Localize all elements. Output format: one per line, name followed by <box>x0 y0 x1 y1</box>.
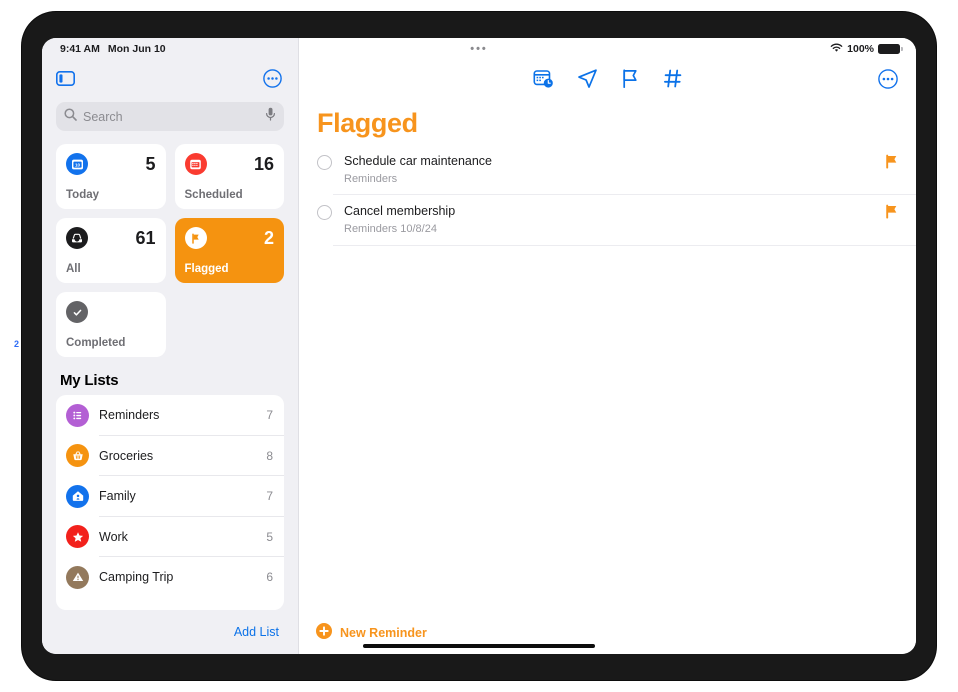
search-input[interactable]: Search <box>56 102 284 131</box>
sidebar: Search 10 5 Today 16 Scheduled 61 All 2 … <box>42 38 299 654</box>
smart-card-top: 10 5 <box>66 153 156 175</box>
smart-card-top: 16 <box>184 153 274 175</box>
ipad-screen: 9:41 AM Mon Jun 10 ••• 100% Search 10 5 … <box>42 38 916 654</box>
reminder-subtitle: Reminders 10/8/24 <box>344 223 437 236</box>
flag-icon <box>184 227 207 249</box>
smart-list-completed[interactable]: Completed <box>56 292 166 357</box>
smart-list-label: Completed <box>66 336 126 349</box>
my-lists-card: Reminders 7 Groceries 8 Family 7 Work 5 … <box>56 395 284 610</box>
flag-icon[interactable] <box>885 154 898 174</box>
more-ellipsis-circle-icon[interactable] <box>878 68 898 94</box>
list-item-count: 6 <box>266 570 273 585</box>
list-item-name: Reminders <box>99 408 160 423</box>
toolbar-icon-group <box>532 68 683 94</box>
basket-icon <box>66 444 89 468</box>
add-list-button[interactable]: Add List <box>234 625 279 639</box>
calendar-clock-icon[interactable] <box>532 68 554 94</box>
smart-card-top: 2 <box>184 227 274 249</box>
list-item-work[interactable]: Work 5 <box>56 517 284 558</box>
reminder-row[interactable]: Schedule car maintenance Reminders <box>299 145 916 196</box>
reminder-text-block: Cancel membership Reminders 10/8/24 <box>344 203 873 237</box>
smart-list-flagged[interactable]: 2 Flagged <box>174 218 284 283</box>
smart-list-count: 5 <box>145 154 156 174</box>
smart-list-all[interactable]: 61 All <box>56 218 166 283</box>
more-ellipsis-circle-icon[interactable] <box>263 69 282 93</box>
new-reminder-label: New Reminder <box>340 626 427 640</box>
page-title: Flagged <box>317 108 418 138</box>
list-item-count: 7 <box>266 489 273 504</box>
add-list-bar: Add List <box>42 610 298 654</box>
annotation-marker-2: 2 <box>14 339 20 349</box>
search-icon <box>64 107 77 126</box>
sidebar-toggle-icon[interactable] <box>56 71 75 91</box>
list-item-count: 8 <box>266 448 273 463</box>
smart-list-label: Scheduled <box>184 188 243 201</box>
smart-list-scheduled[interactable]: 16 Scheduled <box>174 144 284 209</box>
smart-list-label: Flagged <box>184 262 229 275</box>
star-icon <box>66 525 89 549</box>
smart-list-count: 2 <box>263 228 274 248</box>
list-item-family[interactable]: Family 7 <box>56 476 284 517</box>
reminder-checkbox[interactable] <box>317 205 332 221</box>
list-item-groceries[interactable]: Groceries 8 <box>56 436 284 477</box>
reminders-list: Schedule car maintenance Reminders Cance… <box>299 145 916 612</box>
search-placeholder: Search <box>83 109 123 124</box>
smart-lists-grid: 10 5 Today 16 Scheduled 61 All 2 Flagged… <box>56 144 284 357</box>
list-item-name: Family <box>99 489 136 504</box>
list-item-name: Groceries <box>99 448 154 463</box>
smart-list-count: 16 <box>253 154 274 174</box>
sidebar-toolbar <box>42 64 298 98</box>
list-item-reminders[interactable]: Reminders 7 <box>56 395 284 436</box>
list-item-count: 7 <box>266 408 273 423</box>
smart-list-label: All <box>66 262 81 275</box>
list-bullet-icon <box>66 403 89 427</box>
flag-icon[interactable] <box>885 204 898 224</box>
checkmark-circle-icon <box>66 301 88 323</box>
hashtag-icon[interactable] <box>663 68 683 94</box>
reminder-checkbox[interactable] <box>317 155 332 170</box>
plus-circle-icon <box>316 622 332 644</box>
microphone-icon[interactable] <box>265 107 276 126</box>
calendar-day-icon: 10 <box>66 153 88 175</box>
content-toolbar <box>299 64 916 98</box>
inbox-tray-icon <box>66 227 88 249</box>
ipad-device-frame: 9:41 AM Mon Jun 10 ••• 100% Search 10 5 … <box>22 12 936 680</box>
house-icon <box>66 484 89 508</box>
location-arrow-icon[interactable] <box>577 68 598 94</box>
list-item-count: 5 <box>266 529 273 544</box>
svg-text:10: 10 <box>74 162 80 167</box>
reminder-title: Schedule car maintenance <box>344 154 493 168</box>
list-item-camping-trip[interactable]: Camping Trip 6 <box>56 557 284 598</box>
triangle-warning-icon <box>66 565 89 589</box>
home-indicator <box>363 644 595 648</box>
reminder-title: Cancel membership <box>344 204 456 219</box>
calendar-icon <box>184 153 207 175</box>
list-item-name: Work <box>99 529 128 544</box>
smart-list-count: 61 <box>135 228 156 248</box>
reminder-subtitle: Reminders <box>344 172 398 185</box>
content-pane: Flagged Schedule car maintenance Reminde… <box>299 38 916 654</box>
smart-card-top: 61 <box>66 227 156 249</box>
smart-card-top <box>66 301 156 323</box>
flag-outline-icon[interactable] <box>621 68 640 94</box>
reminder-row[interactable]: Cancel membership Reminders 10/8/24 <box>299 195 916 247</box>
list-item-name: Camping Trip <box>99 570 174 585</box>
smart-list-today[interactable]: 10 5 Today <box>56 144 166 209</box>
reminder-text-block: Schedule car maintenance Reminders <box>344 153 873 187</box>
my-lists-header: My Lists <box>60 372 119 389</box>
smart-list-label: Today <box>66 188 100 201</box>
